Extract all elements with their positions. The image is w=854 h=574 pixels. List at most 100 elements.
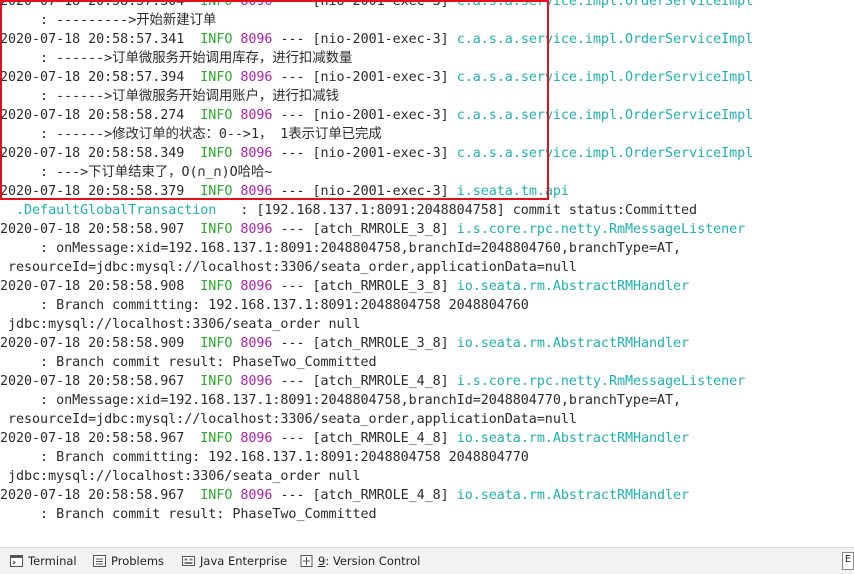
log-line: 2020-07-18 20:58:58.909 INFO 8096 --- [a… bbox=[0, 334, 854, 353]
log-text: jdbc:mysql://localhost:3306/seata_order … bbox=[0, 317, 361, 332]
log-line: resourceId=jdbc:mysql://localhost:3306/s… bbox=[0, 258, 854, 277]
log-text: : Branch commit result: PhaseTwo_Committ… bbox=[0, 507, 377, 522]
log-pid: 8096 bbox=[240, 32, 273, 47]
log-line: : Branch commit result: PhaseTwo_Committ… bbox=[0, 353, 854, 372]
tab-version-control-label: 9: Version Control bbox=[318, 554, 420, 568]
log-text: : onMessage:xid=192.168.137.1:8091:20488… bbox=[0, 393, 682, 408]
log-text: --- [nio-2001-exec-3] bbox=[272, 108, 457, 123]
log-text: : Branch commit result: PhaseTwo_Committ… bbox=[0, 355, 377, 370]
log-line: : Branch committing: 192.168.137.1:8091:… bbox=[0, 296, 854, 315]
log-text: 2020-07-18 20:58:58.349 bbox=[0, 146, 201, 161]
log-line: resourceId=jdbc:mysql://localhost:3306/s… bbox=[0, 410, 854, 429]
log-line: 2020-07-18 20:58:58.908 INFO 8096 --- [a… bbox=[0, 277, 854, 296]
log-level: INFO bbox=[200, 222, 233, 237]
log-line: 2020-07-18 20:58:58.967 INFO 8096 --- [a… bbox=[0, 486, 854, 505]
log-line: 2020-07-18 20:58:58.907 INFO 8096 --- [a… bbox=[0, 220, 854, 239]
log-text: resourceId=jdbc:mysql://localhost:3306/s… bbox=[0, 260, 577, 275]
log-line: : ------>订单微服务开始调用账户，进行扣减钱 bbox=[0, 87, 854, 106]
log-text: --- [atch_RMROLE_3_8] bbox=[272, 336, 457, 351]
log-level: INFO bbox=[200, 336, 233, 351]
log-logger[interactable]: c.a.s.a.service.impl.OrderServiceImpl bbox=[457, 0, 754, 9]
log-text: --- [nio-2001-exec-3] bbox=[272, 0, 457, 9]
log-logger[interactable]: c.a.s.a.service.impl.OrderServiceImpl bbox=[457, 108, 754, 123]
log-logger[interactable]: .DefaultGlobalTransaction bbox=[0, 203, 216, 218]
event-log-icon[interactable]: E bbox=[842, 552, 854, 570]
log-line: : onMessage:xid=192.168.137.1:8091:20488… bbox=[0, 391, 854, 410]
log-text: --- [nio-2001-exec-3] bbox=[272, 146, 457, 161]
log-text: --- [atch_RMROLE_3_8] bbox=[272, 279, 457, 294]
log-text: 2020-07-18 20:58:58.967 bbox=[0, 374, 201, 389]
tab-java-enterprise-label: Java Enterprise bbox=[200, 554, 288, 568]
log-line: 2020-07-18 20:58:57.341 INFO 8096 --- [n… bbox=[0, 30, 854, 49]
log-line: : Branch committing: 192.168.137.1:8091:… bbox=[0, 448, 854, 467]
log-line: 2020-07-18 20:58:58.274 INFO 8096 --- [n… bbox=[0, 106, 854, 125]
log-text: 2020-07-18 20:58:58.907 bbox=[0, 222, 201, 237]
log-line: : onMessage:xid=192.168.137.1:8091:20488… bbox=[0, 239, 854, 258]
log-pid: 8096 bbox=[240, 222, 273, 237]
log-text: 2020-07-18 20:58:58.967 bbox=[0, 431, 201, 446]
log-logger[interactable]: io.seata.rm.AbstractRMHandler bbox=[457, 431, 689, 446]
java-enterprise-icon bbox=[182, 556, 195, 566]
log-text: : Branch committing: 192.168.137.1:8091:… bbox=[0, 298, 529, 313]
log-line: 2020-07-18 20:58:57.304 INFO 8096 --- [n… bbox=[0, 0, 854, 11]
log-pid: 8096 bbox=[240, 488, 273, 503]
tab-problems-label: Problems bbox=[111, 554, 165, 568]
log-text: : ------>订单微服务开始调用账户，进行扣减钱 bbox=[0, 89, 339, 104]
log-logger[interactable]: c.a.s.a.service.impl.OrderServiceImpl bbox=[457, 146, 754, 161]
problems-icon bbox=[93, 555, 106, 567]
version-control-icon bbox=[300, 555, 313, 567]
log-line: : Branch commit result: PhaseTwo_Committ… bbox=[0, 505, 854, 524]
log-text: --- [nio-2001-exec-3] bbox=[272, 184, 457, 199]
version-control-text: : Version Control bbox=[325, 554, 421, 568]
log-level: INFO bbox=[200, 488, 233, 503]
log-text: --- [atch_RMROLE_4_8] bbox=[272, 374, 457, 389]
log-text: : ------>订单微服务开始调用库存，进行扣减数量 bbox=[0, 51, 353, 66]
log-level: INFO bbox=[200, 108, 233, 123]
log-pid: 8096 bbox=[240, 108, 273, 123]
log-line: .DefaultGlobalTransaction : [192.168.137… bbox=[0, 201, 854, 220]
log-text: jdbc:mysql://localhost:3306/seata_order … bbox=[0, 469, 361, 484]
log-text: 2020-07-18 20:58:58.909 bbox=[0, 336, 201, 351]
log-text: : --->下订单结束了，O(∩_∩)O哈哈~ bbox=[0, 165, 273, 180]
log-logger[interactable]: i.seata.tm.api bbox=[457, 184, 569, 199]
log-line: : ------>订单微服务开始调用库存，进行扣减数量 bbox=[0, 49, 854, 68]
log-text: 2020-07-18 20:58:57.394 bbox=[0, 70, 201, 85]
log-level: INFO bbox=[200, 0, 233, 9]
log-logger[interactable]: i.s.core.rpc.netty.RmMessageListener bbox=[457, 222, 745, 237]
log-text: : --------->开始新建订单 bbox=[0, 13, 217, 28]
log-line: 2020-07-18 20:58:58.967 INFO 8096 --- [a… bbox=[0, 372, 854, 391]
log-pid: 8096 bbox=[240, 70, 273, 85]
tab-terminal-label: Terminal bbox=[28, 554, 77, 568]
log-logger[interactable]: io.seata.rm.AbstractRMHandler bbox=[457, 279, 689, 294]
tab-version-control[interactable]: 9: Version Control bbox=[300, 553, 420, 569]
bottom-tool-bar: Terminal Problems Java Enterprise 9: Ver… bbox=[0, 547, 854, 574]
tab-java-enterprise[interactable]: Java Enterprise bbox=[182, 553, 287, 569]
log-text: 2020-07-18 20:58:57.341 bbox=[0, 32, 201, 47]
log-logger[interactable]: io.seata.rm.AbstractRMHandler bbox=[457, 488, 689, 503]
log-logger[interactable]: io.seata.rm.AbstractRMHandler bbox=[457, 336, 689, 351]
log-level: INFO bbox=[200, 184, 233, 199]
log-text: : ------>修改订单的状态：0-->1， 1表示订单已完成 bbox=[0, 127, 382, 142]
log-text: --- [nio-2001-exec-3] bbox=[272, 32, 457, 47]
log-text: 2020-07-18 20:58:58.908 bbox=[0, 279, 201, 294]
log-pid: 8096 bbox=[240, 431, 273, 446]
log-logger[interactable]: c.a.s.a.service.impl.OrderServiceImpl bbox=[457, 32, 754, 47]
log-text: : onMessage:xid=192.168.137.1:8091:20488… bbox=[0, 241, 682, 256]
log-line: jdbc:mysql://localhost:3306/seata_order … bbox=[0, 467, 854, 486]
log-text: --- [atch_RMROLE_3_8] bbox=[272, 222, 457, 237]
tab-terminal[interactable]: Terminal bbox=[10, 553, 77, 569]
log-text: : Branch committing: 192.168.137.1:8091:… bbox=[0, 450, 529, 465]
log-text: resourceId=jdbc:mysql://localhost:3306/s… bbox=[0, 412, 577, 427]
log-line: 2020-07-18 20:58:58.967 INFO 8096 --- [a… bbox=[0, 429, 854, 448]
log-line: jdbc:mysql://localhost:3306/seata_order … bbox=[0, 315, 854, 334]
log-pid: 8096 bbox=[240, 336, 273, 351]
tab-problems[interactable]: Problems bbox=[93, 553, 164, 569]
log-level: INFO bbox=[200, 32, 233, 47]
log-logger[interactable]: c.a.s.a.service.impl.OrderServiceImpl bbox=[457, 70, 754, 85]
log-pid: 8096 bbox=[240, 279, 273, 294]
log-level: INFO bbox=[200, 374, 233, 389]
log-logger[interactable]: i.s.core.rpc.netty.RmMessageListener bbox=[457, 374, 745, 389]
log-text: 2020-07-18 20:58:57.304 bbox=[0, 0, 201, 9]
console-output[interactable]: 2020-07-18 20:58:57.304 INFO 8096 --- [n… bbox=[0, 0, 854, 542]
log-level: INFO bbox=[200, 431, 233, 446]
